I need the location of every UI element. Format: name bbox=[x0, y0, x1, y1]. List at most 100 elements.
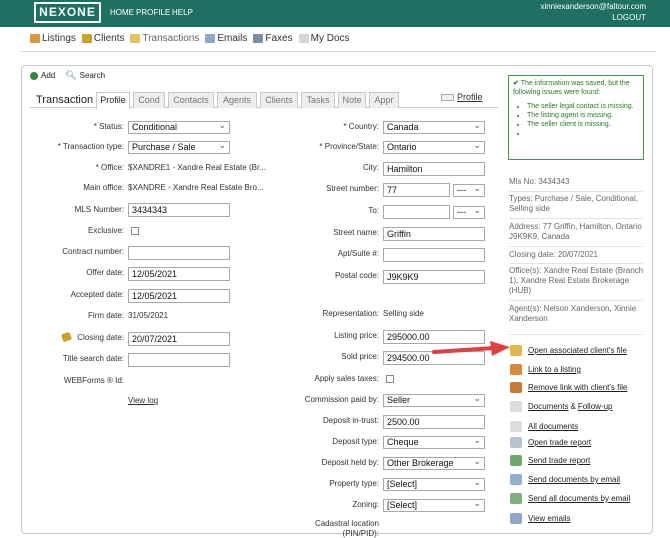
postal-code-input[interactable]: J9K9K9 bbox=[383, 270, 485, 284]
subnav-faxes[interactable]: Faxes bbox=[253, 33, 293, 44]
apt-suite-label: Apt/Suite #: bbox=[337, 249, 379, 258]
issue-item bbox=[527, 129, 639, 138]
nav-help[interactable]: HELP bbox=[172, 8, 193, 17]
view-emails-link[interactable]: View emails bbox=[510, 513, 571, 524]
tab-appr[interactable]: Appr bbox=[369, 92, 399, 108]
profile-print-icon bbox=[441, 94, 454, 101]
apply-sales-taxes-checkbox[interactable] bbox=[386, 375, 394, 383]
logout-link[interactable]: LOGOUT bbox=[612, 13, 646, 22]
add-button[interactable]: Add bbox=[30, 71, 55, 80]
tab-note[interactable]: Note bbox=[338, 92, 366, 108]
nexone-logo[interactable]: NEXONE bbox=[34, 2, 101, 23]
city-input[interactable]: Hamilton bbox=[383, 162, 485, 176]
deposit-in-trust-input[interactable]: 2500.00 bbox=[383, 415, 485, 429]
deposit-type-select[interactable]: Cheque bbox=[383, 436, 485, 449]
view-log-link[interactable]: View log bbox=[128, 396, 158, 405]
webforms-label: WEBForms ® Id: bbox=[63, 376, 124, 385]
plus-icon bbox=[30, 71, 38, 80]
apt-suite-input[interactable] bbox=[383, 248, 485, 262]
summary-mls: Mls No: 3434343 bbox=[509, 177, 570, 186]
send-trade-report-link[interactable]: Send trade report bbox=[510, 455, 590, 466]
folder-icon bbox=[130, 33, 141, 43]
province-select[interactable]: Ontario bbox=[383, 141, 485, 154]
listing-price-label: Listing price: bbox=[334, 331, 379, 340]
unlink-icon bbox=[510, 382, 522, 393]
tab-clients[interactable]: Clients bbox=[260, 92, 298, 108]
office-value: $XANDRE1 - Xandre Real Estate (Br... bbox=[128, 163, 266, 172]
status-select[interactable]: Conditional bbox=[128, 121, 230, 134]
street-name-input[interactable]: Griffin bbox=[383, 227, 485, 241]
person-icon bbox=[81, 33, 92, 43]
deposit-in-trust-label: Deposit in-trust: bbox=[322, 416, 379, 425]
subnav-transactions[interactable]: Transactions bbox=[130, 33, 199, 44]
tab-contacts[interactable]: Contacts bbox=[168, 92, 214, 108]
documents-icon bbox=[510, 421, 522, 432]
link-to-listing-link[interactable]: Link to a listing bbox=[510, 364, 581, 375]
closing-date-input[interactable]: 20/07/2021 bbox=[128, 332, 230, 346]
contract-number-input[interactable] bbox=[128, 246, 230, 260]
exclusive-checkbox[interactable] bbox=[131, 227, 139, 235]
tab-tasks[interactable]: Tasks bbox=[301, 92, 335, 108]
remove-link-client-file-link[interactable]: Remove link with client's file bbox=[510, 382, 627, 393]
house-icon bbox=[510, 364, 522, 375]
commission-paid-by-label: Commission paid by: bbox=[304, 395, 379, 404]
all-documents-link[interactable]: All documents bbox=[510, 421, 578, 432]
profile-link[interactable]: Profile bbox=[457, 92, 483, 102]
send-all-documents-email-link[interactable]: Send all documents by email bbox=[510, 493, 630, 504]
main-office-label: Main office: bbox=[83, 183, 124, 192]
offer-date-label: Offer date: bbox=[86, 268, 124, 277]
email-icon bbox=[510, 474, 522, 485]
tab-cond[interactable]: Cond bbox=[133, 92, 165, 108]
report-icon bbox=[510, 437, 522, 448]
apply-sales-taxes-label: Apply sales taxes: bbox=[314, 374, 379, 383]
envelope-icon bbox=[510, 513, 522, 524]
follow-up-link[interactable]: Follow-up bbox=[578, 402, 613, 411]
commission-paid-by-select[interactable]: Seller bbox=[383, 394, 485, 407]
subnav-my-docs[interactable]: My Docs bbox=[298, 33, 350, 44]
subnav-emails[interactable]: Emails bbox=[205, 33, 247, 44]
house-icon bbox=[30, 33, 40, 43]
office-label: * Office: bbox=[95, 163, 124, 172]
offer-date-input[interactable]: 12/05/2021 bbox=[128, 267, 230, 281]
transaction-type-label: * Transaction type: bbox=[57, 142, 124, 151]
to-input[interactable] bbox=[383, 205, 450, 219]
summary-types: Types: Purchase / Sale, Conditional, Sel… bbox=[509, 194, 638, 213]
divider bbox=[509, 191, 643, 192]
tab-profile[interactable]: Profile bbox=[96, 92, 130, 109]
tab-agents[interactable]: Agents bbox=[217, 92, 257, 108]
street-number-input[interactable]: 77 bbox=[383, 183, 450, 197]
sold-price-label: Sold price: bbox=[341, 352, 379, 361]
nav-home[interactable]: HOME bbox=[110, 8, 134, 17]
document-icon bbox=[298, 33, 309, 43]
deposit-held-by-label: Deposit held by: bbox=[321, 458, 379, 467]
send-documents-email-link[interactable]: Send documents by email bbox=[510, 474, 620, 485]
deposit-held-by-select[interactable]: Other Brokerage bbox=[383, 457, 485, 470]
open-client-file-link[interactable]: Open associated client's file bbox=[510, 345, 627, 356]
to-suffix-select[interactable]: --- bbox=[453, 206, 485, 219]
street-name-label: Street name: bbox=[333, 228, 379, 237]
accepted-date-input[interactable]: 12/05/2021 bbox=[128, 289, 230, 303]
closing-date-label: Closing date: bbox=[77, 333, 124, 342]
page-title: Transaction bbox=[36, 94, 94, 106]
title-search-date-input[interactable] bbox=[128, 353, 230, 367]
mls-number-input[interactable]: 3434343 bbox=[128, 203, 230, 217]
user-email[interactable]: xinniexanderson@faltour.com bbox=[540, 2, 646, 11]
summary-agents: Agent(s): Nelson Xanderson, Xinnie Xande… bbox=[509, 304, 637, 323]
transaction-type-select[interactable]: Purchase / Sale bbox=[128, 141, 230, 154]
divider bbox=[509, 246, 643, 247]
tab-bar: Transaction Profile Cond Contacts Agents… bbox=[30, 92, 498, 109]
open-trade-report-link[interactable]: Open trade report bbox=[510, 437, 591, 448]
documents-followup-link[interactable]: Documents & Follow-up bbox=[510, 401, 613, 412]
property-type-select[interactable]: [Select] bbox=[383, 478, 485, 491]
zoning-select[interactable]: [Select] bbox=[383, 499, 485, 512]
summary-offices: Office(s): Xandre Real Estate (Branch 1)… bbox=[509, 266, 644, 295]
fax-icon bbox=[253, 33, 264, 43]
country-label: * Country: bbox=[343, 122, 379, 131]
subnav-clients[interactable]: Clients bbox=[81, 33, 124, 44]
country-select[interactable]: Canada bbox=[383, 121, 485, 134]
issue-item: The listing agent is missing. bbox=[527, 111, 639, 120]
nav-profile[interactable]: PROFILE bbox=[136, 8, 170, 17]
street-number-suffix-select[interactable]: --- bbox=[453, 184, 485, 197]
search-button[interactable]: 🔍︎ Search bbox=[65, 70, 105, 81]
subnav-listings[interactable]: Listings bbox=[30, 33, 76, 44]
